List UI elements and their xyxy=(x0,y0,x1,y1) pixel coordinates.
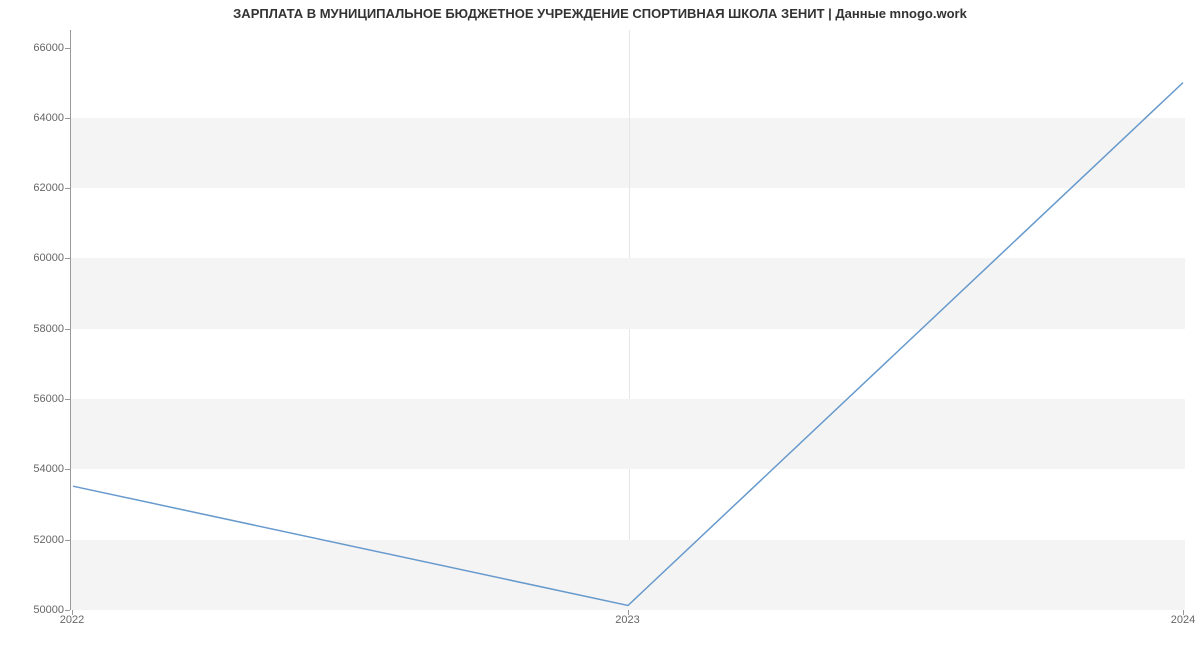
chart-container: ЗАРПЛАТА В МУНИЦИПАЛЬНОЕ БЮДЖЕТНОЕ УЧРЕЖ… xyxy=(0,0,1200,650)
plot-area xyxy=(70,30,1185,610)
y-tick-label: 52000 xyxy=(8,534,64,546)
y-tick-label: 66000 xyxy=(8,42,64,54)
y-tick-label: 62000 xyxy=(8,182,64,194)
x-tick-label: 2023 xyxy=(615,614,639,626)
data-line xyxy=(73,83,1183,606)
y-tick-mark xyxy=(65,540,70,541)
y-tick-mark xyxy=(65,258,70,259)
y-tick-label: 54000 xyxy=(8,463,64,475)
y-tick-label: 50000 xyxy=(8,604,64,616)
y-tick-mark xyxy=(65,399,70,400)
y-tick-mark xyxy=(65,188,70,189)
y-tick-mark xyxy=(65,610,70,611)
y-tick-mark xyxy=(65,469,70,470)
x-tick-label: 2024 xyxy=(1171,614,1195,626)
y-tick-label: 60000 xyxy=(8,252,64,264)
y-tick-mark xyxy=(65,329,70,330)
y-tick-mark xyxy=(65,48,70,49)
y-tick-label: 58000 xyxy=(8,323,64,335)
line-series xyxy=(71,30,1185,609)
y-tick-mark xyxy=(65,118,70,119)
chart-title: ЗАРПЛАТА В МУНИЦИПАЛЬНОЕ БЮДЖЕТНОЕ УЧРЕЖ… xyxy=(0,6,1200,21)
y-tick-label: 64000 xyxy=(8,112,64,124)
y-tick-label: 56000 xyxy=(8,393,64,405)
